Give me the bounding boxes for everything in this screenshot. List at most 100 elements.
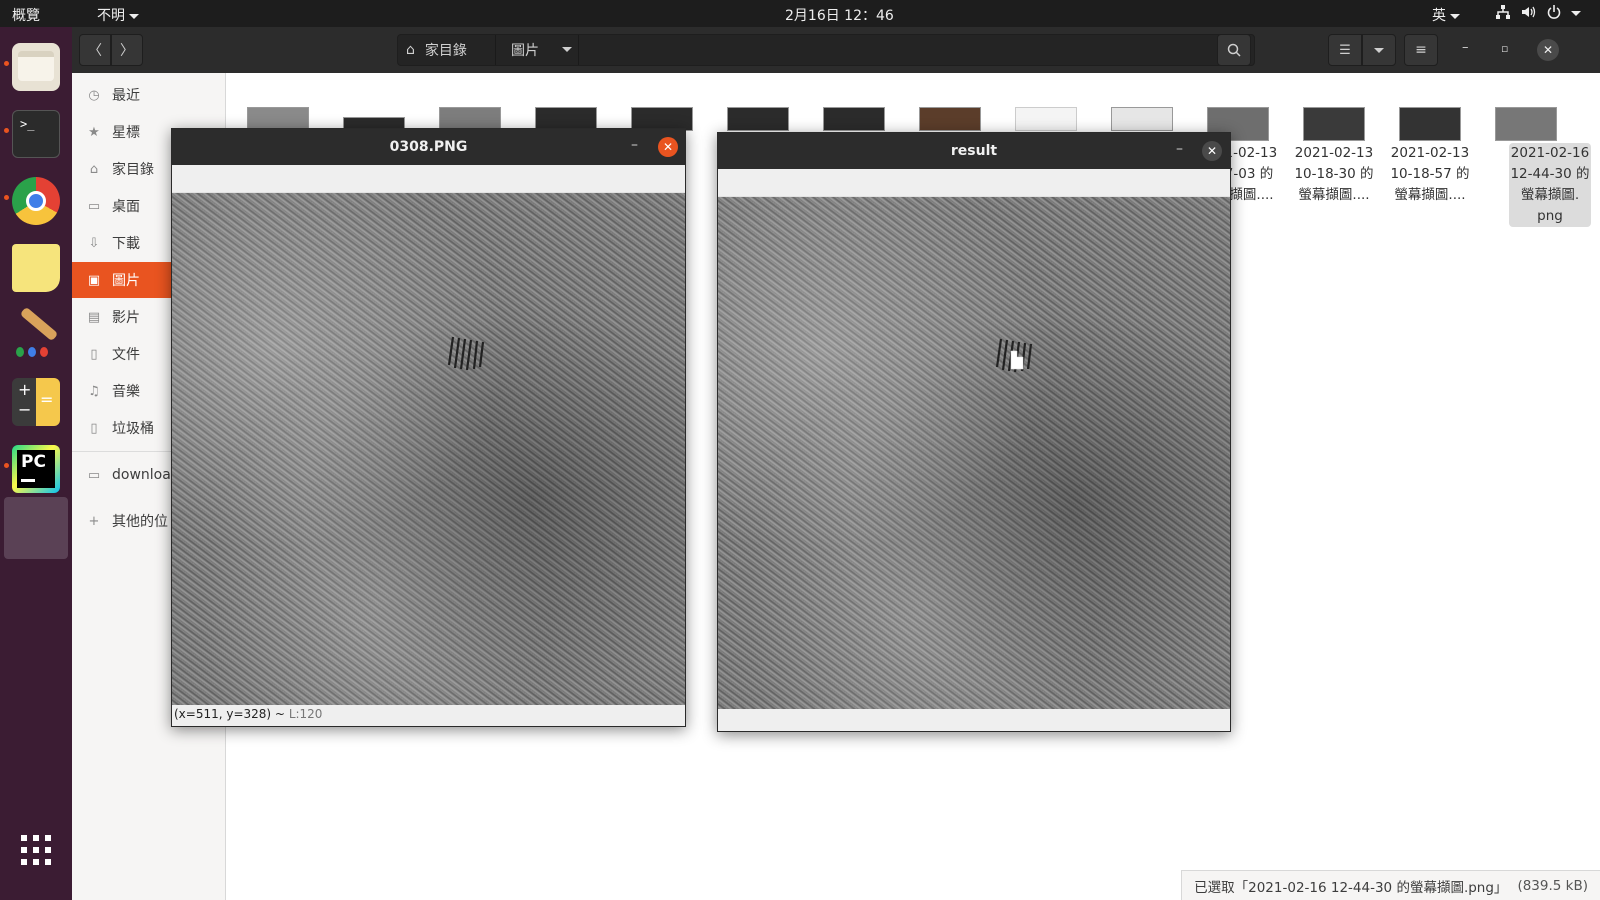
search-button[interactable]	[1217, 34, 1251, 66]
forward-button[interactable]: 〉	[111, 34, 143, 66]
file-item[interactable]: 2021-02-13 10-18-57 的 螢幕擷圖....	[1385, 143, 1475, 206]
files-icon[interactable]	[12, 43, 60, 91]
calculator-icon[interactable]: + − =	[12, 378, 60, 426]
music-icon: ♫	[88, 383, 100, 399]
chevron-down-icon[interactable]	[1571, 11, 1581, 16]
path-current[interactable]: 圖片	[511, 35, 539, 65]
folder-icon: ▭	[87, 467, 101, 483]
minimize-button[interactable]: –	[1462, 40, 1469, 55]
app-menu[interactable]: 不明	[97, 5, 139, 25]
menu-button[interactable]: ≡	[1404, 34, 1438, 66]
opencv-window-icon[interactable]	[4, 497, 68, 559]
file-thumbnail[interactable]	[1399, 107, 1461, 141]
running-indicator	[4, 61, 9, 66]
running-indicator	[4, 195, 9, 200]
picture-icon: ▣	[87, 272, 101, 288]
file-thumbnail[interactable]	[919, 107, 981, 131]
file-thumbnail[interactable]	[727, 107, 789, 131]
close-button[interactable]: ✕	[1202, 141, 1222, 161]
file-item[interactable]: 2021-02-13 10-18-30 的 螢幕擷圖....	[1289, 143, 1379, 206]
maximize-button[interactable]: ▫	[1501, 42, 1508, 55]
cursor-coords: (x=511, y=328) ~	[174, 707, 285, 721]
back-button[interactable]: 〈	[79, 34, 111, 66]
view-options-button[interactable]	[1362, 34, 1396, 66]
window-titlebar[interactable]: 0308.PNG – ✕	[172, 129, 685, 165]
chevron-down-icon	[1374, 47, 1384, 53]
terminal-icon[interactable]: >_	[12, 110, 60, 158]
sidebar-item-label: 垃圾桶	[112, 421, 154, 437]
image-toolbar	[172, 165, 685, 193]
pixel-level: L:120	[288, 707, 323, 721]
list-icon: ☰	[1339, 42, 1351, 58]
paint-brush-icon[interactable]	[12, 306, 60, 359]
close-button[interactable]: ✕	[1537, 39, 1559, 61]
video-icon: ▤	[87, 309, 101, 325]
search-icon	[1227, 43, 1241, 57]
top-bar: 概覽 不明 2月16日 12：46 英	[0, 0, 1600, 27]
input-method[interactable]: 英	[1432, 5, 1460, 25]
running-indicator	[4, 463, 9, 468]
chevron-left-icon: 〈	[88, 43, 102, 59]
image-canvas[interactable]	[718, 197, 1230, 709]
path-home[interactable]: ⌂ 家目錄	[406, 35, 467, 65]
file-thumbnail[interactable]	[1015, 107, 1077, 131]
file-thumbnail[interactable]	[1303, 107, 1365, 141]
volume-icon[interactable]	[1520, 4, 1536, 24]
chevron-down-icon[interactable]	[562, 47, 572, 52]
image-window-result[interactable]: result – ✕	[717, 132, 1231, 732]
file-thumbnail[interactable]	[823, 107, 885, 131]
hamburger-icon: ≡	[1415, 42, 1427, 58]
star-icon: ★	[88, 124, 100, 140]
home-icon: ⌂	[406, 42, 415, 58]
file-name-line: png	[1537, 208, 1563, 224]
view-list-button[interactable]: ☰	[1328, 34, 1362, 66]
window-titlebar[interactable]: result – ✕	[718, 133, 1230, 169]
file-thumbnail[interactable]	[1495, 107, 1557, 141]
image-toolbar	[718, 169, 1230, 197]
clock[interactable]: 2月16日 12：46	[785, 5, 894, 25]
sidebar-item-label: 影片	[112, 310, 140, 326]
close-icon: ✕	[662, 140, 674, 154]
close-icon: ✕	[1542, 43, 1554, 57]
show-apps-icon[interactable]	[20, 834, 52, 866]
sidebar-item-label: 桌面	[112, 199, 140, 215]
pycharm-icon[interactable]: PC	[12, 445, 60, 493]
close-icon: ✕	[1206, 144, 1218, 158]
sidebar-item-label: 音樂	[112, 384, 140, 400]
path-current-label: 圖片	[511, 43, 539, 59]
power-icon[interactable]	[1546, 4, 1562, 24]
minimize-button[interactable]: –	[1176, 141, 1183, 157]
clock-icon: ◷	[88, 87, 100, 103]
chevron-down-icon	[129, 13, 139, 19]
chevron-right-icon: 〉	[120, 43, 134, 59]
file-thumbnail[interactable]	[1111, 107, 1173, 131]
file-item-selected[interactable]: 2021-02-16 12-44-30 的 螢幕擷圖. png	[1509, 143, 1591, 227]
sidebar-item-recent[interactable]: ◷ 最近	[72, 77, 226, 113]
file-name-line: 2021-02-13	[1390, 145, 1470, 161]
files-headerbar: 〈 〉 ⌂ 家目錄 圖片 ☰ ≡ – ▫ ✕	[72, 27, 1600, 73]
sidebar-item-label: 其他的位	[112, 514, 168, 530]
desktop-icon: ▭	[87, 198, 101, 214]
close-button[interactable]: ✕	[658, 137, 678, 157]
file-name-line: 螢幕擷圖....	[1298, 187, 1370, 203]
app-menu-label: 不明	[97, 8, 125, 24]
sidebar-item-label: 下載	[112, 236, 140, 252]
dock: >_ + − = PC	[0, 27, 72, 900]
image-canvas[interactable]	[172, 193, 685, 705]
running-indicator	[4, 128, 9, 133]
chrome-icon[interactable]	[12, 177, 60, 225]
image-window-original[interactable]: 0308.PNG – ✕ (x=511, y=328) ~ L:120	[171, 128, 686, 727]
minimize-button[interactable]: –	[631, 137, 638, 153]
sticky-notes-icon[interactable]	[12, 244, 60, 292]
chevron-down-icon	[1450, 13, 1460, 19]
input-method-label: 英	[1432, 8, 1446, 24]
network-icon[interactable]	[1495, 4, 1511, 24]
status-text: 已選取「2021-02-16 12-44-30 的螢幕擷圖.png」	[1194, 879, 1508, 896]
file-name-line: 2021-02-13	[1294, 145, 1374, 161]
sidebar-item-label: 家目錄	[112, 162, 154, 178]
status-size: (839.5 kB)	[1517, 877, 1588, 894]
path-bar: ⌂ 家目錄 圖片	[397, 34, 1255, 66]
activities-button[interactable]: 概覽	[12, 5, 40, 25]
file-name-line: 螢幕擷圖....	[1394, 187, 1466, 203]
selection-status-bar: 已選取「2021-02-16 12-44-30 的螢幕擷圖.png」 (839.…	[1181, 870, 1600, 900]
